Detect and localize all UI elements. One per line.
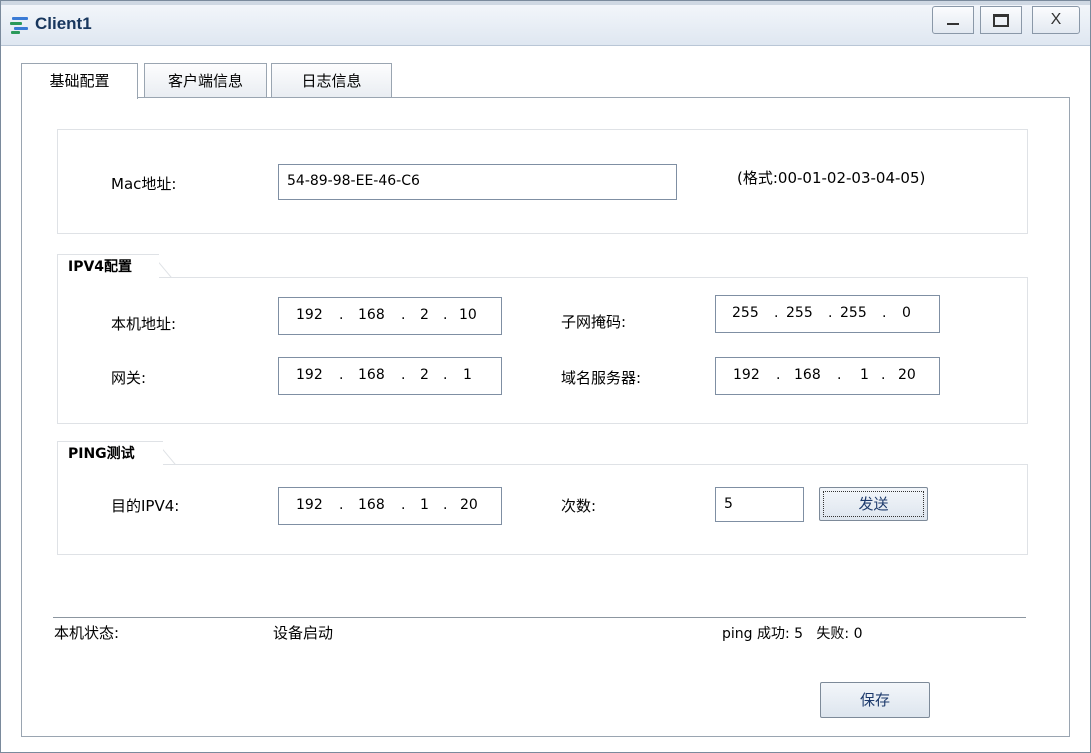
ip-octet: 2 bbox=[420, 307, 429, 323]
top-strip bbox=[1, 1, 1090, 5]
mac-field[interactable]: 54-89-98-EE-46-C6 bbox=[278, 164, 677, 200]
tab-client-info[interactable]: 客户端信息 bbox=[144, 63, 267, 97]
ip-octet: 192 bbox=[296, 497, 323, 513]
ip-dot: . bbox=[443, 497, 448, 513]
subnet-mask-label: 子网掩码: bbox=[561, 313, 627, 331]
ip-octet: 168 bbox=[358, 497, 385, 513]
close-button[interactable]: X bbox=[1032, 6, 1080, 34]
destination-ipv4-field[interactable]: 192 . 168 . 1 . 20 bbox=[278, 487, 502, 525]
ip-dot: . bbox=[882, 305, 887, 321]
ip-octet: 192 bbox=[733, 367, 760, 383]
ip-octet: 192 bbox=[296, 307, 323, 323]
ip-octet: 20 bbox=[898, 367, 916, 383]
gateway-field[interactable]: 192 . 168 . 2 . 1 bbox=[278, 357, 502, 395]
status-separator bbox=[53, 617, 1026, 618]
minimize-icon bbox=[947, 23, 959, 25]
ip-octet: 192 bbox=[296, 367, 323, 383]
ip-octet: 255 bbox=[840, 305, 867, 321]
send-button[interactable]: 发送 bbox=[819, 487, 928, 521]
ip-dot: . bbox=[339, 307, 344, 323]
ping-group-tab-edge bbox=[163, 441, 177, 465]
tab-log-info[interactable]: 日志信息 bbox=[271, 63, 392, 97]
local-address-label: 本机地址: bbox=[111, 315, 177, 333]
ip-dot: . bbox=[339, 497, 344, 513]
minimize-button[interactable] bbox=[932, 6, 974, 34]
tab-basic-config[interactable]: 基础配置 bbox=[21, 63, 138, 99]
subnet-mask-field[interactable]: 255 . 255 . 255 . 0 bbox=[715, 295, 940, 333]
ip-octet: 0 bbox=[902, 305, 911, 321]
ip-dot: . bbox=[837, 367, 842, 383]
ipv4-group-tab-edge bbox=[159, 254, 173, 278]
ip-octet: 2 bbox=[420, 367, 429, 383]
ip-octet: 168 bbox=[794, 367, 821, 383]
ip-octet: 255 bbox=[786, 305, 813, 321]
ip-octet: 10 bbox=[459, 307, 477, 323]
ip-dot: . bbox=[776, 367, 781, 383]
ip-octet: 168 bbox=[358, 307, 385, 323]
window-title: Client1 bbox=[35, 14, 92, 33]
ipv4-group-label: IPV4配置 bbox=[68, 259, 133, 275]
status-value: 设备启动 bbox=[273, 624, 334, 642]
title-bar[interactable]: Client1 X bbox=[1, 1, 1090, 46]
ip-octet: 1 bbox=[420, 497, 429, 513]
ip-dot: . bbox=[401, 497, 406, 513]
ip-dot: . bbox=[828, 305, 833, 321]
ping-count-field[interactable]: 5 bbox=[715, 487, 804, 522]
ip-octet: 1 bbox=[860, 367, 869, 383]
destination-ipv4-label: 目的IPV4: bbox=[111, 497, 180, 515]
local-address-field[interactable]: 192 . 168 . 2 . 10 bbox=[278, 297, 502, 335]
client-window: Client1 X 基础配置 客户端信息 日志信息 Mac地址: 54-89-9… bbox=[0, 0, 1091, 753]
ip-dot: . bbox=[443, 307, 448, 323]
ip-dot: . bbox=[401, 307, 406, 323]
status-label: 本机状态: bbox=[54, 624, 120, 642]
maximize-button[interactable] bbox=[980, 6, 1022, 34]
ping-result-text: ping 成功: 5 失败: 0 bbox=[722, 626, 863, 642]
ip-dot: . bbox=[443, 367, 448, 383]
ip-octet: 1 bbox=[463, 367, 472, 383]
ping-count-label: 次数: bbox=[561, 497, 597, 515]
ping-group-title: PING测试 bbox=[57, 441, 177, 465]
ip-dot: . bbox=[339, 367, 344, 383]
ping-group-label: PING测试 bbox=[68, 446, 135, 462]
ip-octet: 255 bbox=[732, 305, 759, 321]
maximize-icon bbox=[993, 14, 1009, 27]
save-button[interactable]: 保存 bbox=[820, 682, 930, 718]
ip-dot: . bbox=[881, 367, 886, 383]
client-app-icon bbox=[10, 17, 28, 34]
mac-format-hint: (格式:00-01-02-03-04-05) bbox=[737, 169, 926, 187]
ip-dot: . bbox=[401, 367, 406, 383]
dns-server-label: 域名服务器: bbox=[561, 369, 642, 387]
ip-octet: 168 bbox=[358, 367, 385, 383]
dns-server-field[interactable]: 192 . 168 . 1 . 20 bbox=[715, 357, 940, 395]
ip-octet: 20 bbox=[460, 497, 478, 513]
mac-label: Mac地址: bbox=[111, 175, 177, 193]
ip-dot: . bbox=[774, 305, 779, 321]
gateway-label: 网关: bbox=[111, 369, 147, 387]
ipv4-group-title: IPV4配置 bbox=[57, 254, 173, 278]
